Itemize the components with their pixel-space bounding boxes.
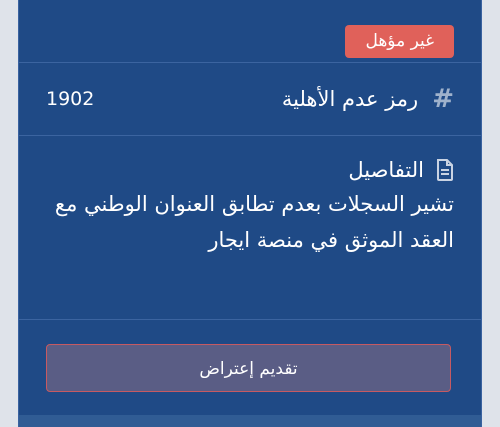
submit-objection-button[interactable]: تقديم إعتراض xyxy=(46,344,451,392)
divider xyxy=(19,62,481,63)
eligibility-card: غير مؤهل # رمز عدم الأهلية 1902 التفاصيل… xyxy=(18,0,482,427)
code-label: رمز عدم الأهلية xyxy=(281,87,419,111)
code-value: 1902 xyxy=(46,88,95,110)
next-card-edge xyxy=(19,415,481,427)
hash-icon: # xyxy=(432,84,454,114)
ineligibility-code-row: # رمز عدم الأهلية 1902 xyxy=(46,80,454,118)
details-header: التفاصيل xyxy=(44,158,454,182)
details-section: التفاصيل تشير السجلات بعدم تطابق العنوان… xyxy=(44,158,454,258)
status-badge: غير مؤهل xyxy=(345,25,454,58)
details-title: التفاصيل xyxy=(348,158,424,182)
details-text: تشير السجلات بعدم تطابق العنوان الوطني م… xyxy=(54,192,454,252)
document-icon xyxy=(437,159,453,181)
code-label-group: # رمز عدم الأهلية xyxy=(282,86,454,112)
divider xyxy=(19,319,481,320)
divider xyxy=(19,135,481,136)
